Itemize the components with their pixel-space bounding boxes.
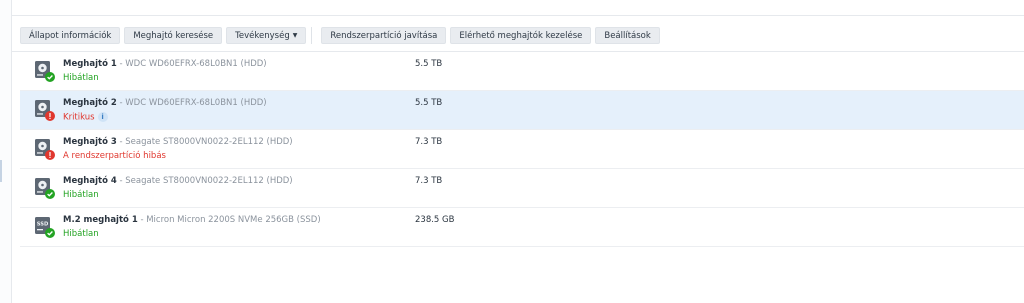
drive-name: Meghajtó 2 xyxy=(63,98,117,108)
drive-size: 7.3 TB xyxy=(415,137,443,147)
repair-system-partition-button[interactable]: Rendszerpartíció javítása xyxy=(321,27,447,44)
drive-row[interactable]: Meghajtó 1 - WDC WD60EFRX-68L0BN1 (HDD) H… xyxy=(20,52,1024,91)
check-badge-icon xyxy=(45,72,55,82)
drive-status-line: Kritikus i xyxy=(63,112,108,123)
drive-model: - Seagate ST8000VN0022-2EL112 (HDD) xyxy=(116,137,293,147)
action-dropdown-button[interactable]: Tevékenység ▼ xyxy=(226,27,307,44)
drive-size: 7.3 TB xyxy=(415,176,443,186)
drive-name-line: Meghajtó 2 - WDC WD60EFRX-68L0BN1 (HDD) xyxy=(63,98,267,108)
drive-name: Meghajtó 1 xyxy=(63,59,117,69)
drive-name-line: Meghajtó 3 - Seagate ST8000VN0022-2EL112… xyxy=(63,137,293,147)
info-icon[interactable]: i xyxy=(97,112,108,122)
settings-button[interactable]: Beállítások xyxy=(595,27,660,44)
drive-row[interactable]: Meghajtó 2 - WDC WD60EFRX-68L0BN1 (HDD) K… xyxy=(20,91,1024,130)
check-badge-icon xyxy=(45,228,55,238)
drive-name: Meghajtó 3 xyxy=(63,137,117,147)
exclamation-badge-icon xyxy=(45,150,55,160)
drive-name-line: M.2 meghajtó 1 - Micron Micron 2200S NVM… xyxy=(63,215,321,225)
drive-size: 5.5 TB xyxy=(415,98,443,108)
hdd-icon xyxy=(34,60,55,82)
drive-status: Hibátlan xyxy=(63,190,99,200)
drive-row[interactable]: Meghajtó 4 - Seagate ST8000VN0022-2EL112… xyxy=(20,169,1024,208)
find-drive-button[interactable]: Meghajtó keresése xyxy=(124,27,223,44)
drive-status-line: Hibátlan xyxy=(63,190,99,200)
drive-name: Meghajtó 4 xyxy=(63,176,117,186)
drive-status-line: Hibátlan xyxy=(63,73,99,83)
drive-model: - WDC WD60EFRX-68L0BN1 (HDD) xyxy=(116,59,267,69)
drive-row[interactable]: SSD M.2 meghajtó 1 - Micron Micron 2200S … xyxy=(20,208,1024,247)
exclamation-badge-icon xyxy=(45,111,55,121)
drive-status: Kritikus xyxy=(63,112,95,123)
drive-row[interactable]: Meghajtó 3 - Seagate ST8000VN0022-2EL112… xyxy=(20,130,1024,169)
drive-status-line: A rendszerpartíció hibás xyxy=(63,151,166,161)
drive-model: - Micron Micron 2200S NVMe 256GB (SSD) xyxy=(137,215,321,225)
drive-status: Hibátlan xyxy=(63,73,99,83)
header-divider xyxy=(11,15,1024,16)
drive-model: - Seagate ST8000VN0022-2EL112 (HDD) xyxy=(116,176,293,186)
hdd-icon xyxy=(34,138,55,160)
drive-name: M.2 meghajtó 1 xyxy=(63,215,138,225)
caret-down-icon: ▼ xyxy=(292,32,298,39)
action-dropdown-label: Tevékenység xyxy=(235,31,290,41)
drive-status: A rendszerpartíció hibás xyxy=(63,151,166,161)
sidebar-selection-marker xyxy=(0,160,2,182)
toolbar-separator xyxy=(311,27,313,44)
toolbar: Állapot információk Meghajtó keresése Te… xyxy=(20,27,660,45)
status-info-button[interactable]: Állapot információk xyxy=(20,27,121,44)
drive-name-line: Meghajtó 4 - Seagate ST8000VN0022-2EL112… xyxy=(63,176,293,186)
drive-name-line: Meghajtó 1 - WDC WD60EFRX-68L0BN1 (HDD) xyxy=(63,59,267,69)
manage-available-drives-button[interactable]: Elérhető meghajtók kezelése xyxy=(450,27,592,44)
drive-list: Meghajtó 1 - WDC WD60EFRX-68L0BN1 (HDD) H… xyxy=(20,52,1024,247)
hdd-icon xyxy=(34,99,55,121)
drive-size: 5.5 TB xyxy=(415,59,443,69)
drive-status: Hibátlan xyxy=(63,229,99,239)
left-sidebar-edge xyxy=(0,0,12,303)
drive-model: - WDC WD60EFRX-68L0BN1 (HDD) xyxy=(116,98,267,108)
drive-status-line: Hibátlan xyxy=(63,229,99,239)
drive-size: 238.5 GB xyxy=(415,215,455,225)
hdd-icon xyxy=(34,177,55,199)
ssd-icon: SSD xyxy=(34,216,55,238)
check-badge-icon xyxy=(45,189,55,199)
svg-text:SSD: SSD xyxy=(37,222,49,228)
